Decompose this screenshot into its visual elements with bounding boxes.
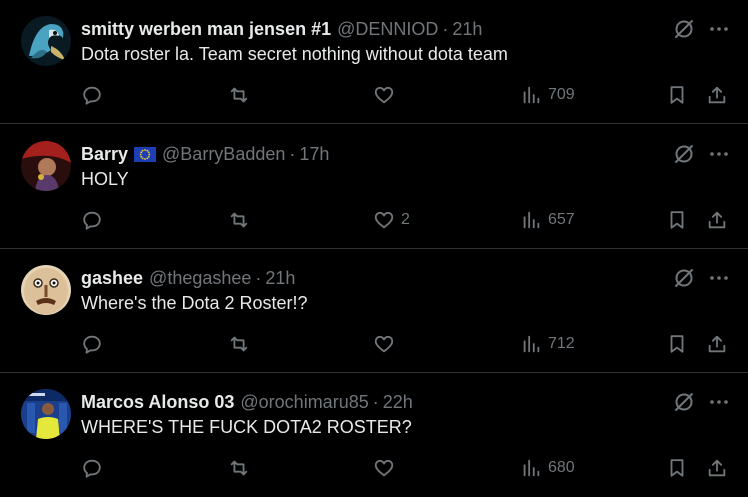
- reply-icon: [83, 335, 101, 354]
- share-icon: [708, 211, 726, 229]
- reply-icon: [83, 86, 101, 105]
- like-button[interactable]: [373, 84, 401, 106]
- share-icon: [708, 335, 726, 353]
- heart-icon: [374, 459, 394, 477]
- grok-icon[interactable]: [672, 17, 696, 41]
- reply-button[interactable]: [81, 333, 103, 355]
- bookmark-button[interactable]: [666, 209, 688, 231]
- views-button[interactable]: 680: [520, 457, 575, 479]
- share-button[interactable]: [706, 457, 728, 479]
- tweet-actions: 709: [0, 84, 748, 110]
- grok-icon[interactable]: [672, 142, 696, 166]
- tweet[interactable]: smitty werben man jensen #1 @DENNIOD · 2…: [0, 0, 748, 124]
- tweet-text: WHERE'S THE FUCK DOTA2 ROSTER?: [81, 417, 412, 437]
- separator-dot: ·: [372, 391, 379, 412]
- tweet-text: Where's the Dota 2 Roster!?: [81, 293, 308, 313]
- tweet[interactable]: Marcos Alonso 03 @orochimaru85 · 22h WHE…: [0, 373, 748, 497]
- bookmark-button[interactable]: [666, 457, 688, 479]
- retweet-button[interactable]: [228, 457, 250, 479]
- tweet-actions: 712: [0, 333, 748, 359]
- view-count: 709: [548, 86, 575, 103]
- user-handle[interactable]: @DENNIOD: [337, 19, 438, 40]
- share-icon: [708, 459, 726, 477]
- retweet-button[interactable]: [228, 84, 250, 106]
- bookmark-button[interactable]: [666, 84, 688, 106]
- heart-icon: [374, 211, 394, 229]
- reply-icon: [83, 211, 101, 230]
- timestamp[interactable]: 21h: [265, 268, 295, 289]
- display-name[interactable]: gashee: [81, 268, 143, 289]
- retweet-icon: [230, 460, 248, 476]
- view-count: 657: [548, 211, 575, 228]
- bookmark-icon: [670, 459, 684, 477]
- retweet-icon: [230, 87, 248, 103]
- heart-icon: [374, 335, 394, 353]
- avatar[interactable]: [21, 389, 71, 439]
- display-name[interactable]: smitty werben man jensen #1: [81, 19, 331, 40]
- more-options-icon[interactable]: [707, 266, 731, 290]
- display-name[interactable]: Barry: [81, 144, 128, 165]
- tweet[interactable]: Barry @BarryBadden · 17h HOLY 2 657: [0, 125, 748, 249]
- reply-icon: [83, 459, 101, 478]
- views-button[interactable]: 657: [520, 209, 575, 231]
- tweet-header: Marcos Alonso 03 @orochimaru85 · 22h: [81, 390, 413, 414]
- timestamp[interactable]: 21h: [452, 19, 482, 40]
- separator-dot: ·: [289, 143, 296, 164]
- views-chart-icon: [523, 459, 540, 477]
- view-count: 680: [548, 459, 575, 476]
- share-button[interactable]: [706, 84, 728, 106]
- tweet-text: Dota roster la. Team secret nothing with…: [81, 44, 508, 64]
- tweet-header: smitty werben man jensen #1 @DENNIOD · 2…: [81, 17, 482, 41]
- tweet-actions: 680: [0, 457, 748, 483]
- more-options-icon[interactable]: [707, 142, 731, 166]
- separator-dot: ·: [255, 267, 262, 288]
- view-count: 712: [548, 335, 575, 352]
- bookmark-icon: [670, 86, 684, 104]
- like-button[interactable]: 2: [373, 209, 410, 231]
- user-handle[interactable]: @orochimaru85: [240, 392, 368, 413]
- tweet[interactable]: gashee @thegashee · 21h Where's the Dota…: [0, 249, 748, 373]
- tweet-actions: 2 657: [0, 209, 748, 235]
- reply-button[interactable]: [81, 457, 103, 479]
- avatar[interactable]: [21, 16, 71, 66]
- reply-button[interactable]: [81, 209, 103, 231]
- tweet-feed: smitty werben man jensen #1 @DENNIOD · 2…: [0, 0, 748, 497]
- like-count: 2: [401, 211, 410, 228]
- like-button[interactable]: [373, 457, 401, 479]
- bookmark-icon: [670, 211, 684, 229]
- retweet-icon: [230, 336, 248, 352]
- share-icon: [708, 86, 726, 104]
- timestamp[interactable]: 17h: [299, 144, 329, 165]
- retweet-icon: [230, 212, 248, 228]
- like-button[interactable]: [373, 333, 401, 355]
- tweet-header: Barry @BarryBadden · 17h: [81, 142, 329, 166]
- reply-button[interactable]: [81, 84, 103, 106]
- avatar[interactable]: [21, 265, 71, 315]
- share-button[interactable]: [706, 209, 728, 231]
- grok-icon[interactable]: [672, 266, 696, 290]
- heart-icon: [374, 86, 394, 104]
- display-name[interactable]: Marcos Alonso 03: [81, 392, 234, 413]
- user-handle[interactable]: @BarryBadden: [162, 144, 285, 165]
- eu-flag-icon: [134, 146, 157, 162]
- grok-icon[interactable]: [672, 390, 696, 414]
- separator-dot: ·: [442, 18, 449, 39]
- share-button[interactable]: [706, 333, 728, 355]
- views-chart-icon: [523, 86, 540, 104]
- views-button[interactable]: 712: [520, 333, 575, 355]
- more-options-icon[interactable]: [707, 390, 731, 414]
- user-handle[interactable]: @thegashee: [149, 268, 251, 289]
- avatar[interactable]: [21, 141, 71, 191]
- retweet-button[interactable]: [228, 209, 250, 231]
- more-options-icon[interactable]: [707, 17, 731, 41]
- views-button[interactable]: 709: [520, 84, 575, 106]
- retweet-button[interactable]: [228, 333, 250, 355]
- bookmark-icon: [670, 335, 684, 353]
- tweet-text: HOLY: [81, 169, 129, 189]
- views-chart-icon: [523, 211, 540, 229]
- tweet-header: gashee @thegashee · 21h: [81, 266, 295, 290]
- bookmark-button[interactable]: [666, 333, 688, 355]
- views-chart-icon: [523, 335, 540, 353]
- timestamp[interactable]: 22h: [383, 392, 413, 413]
